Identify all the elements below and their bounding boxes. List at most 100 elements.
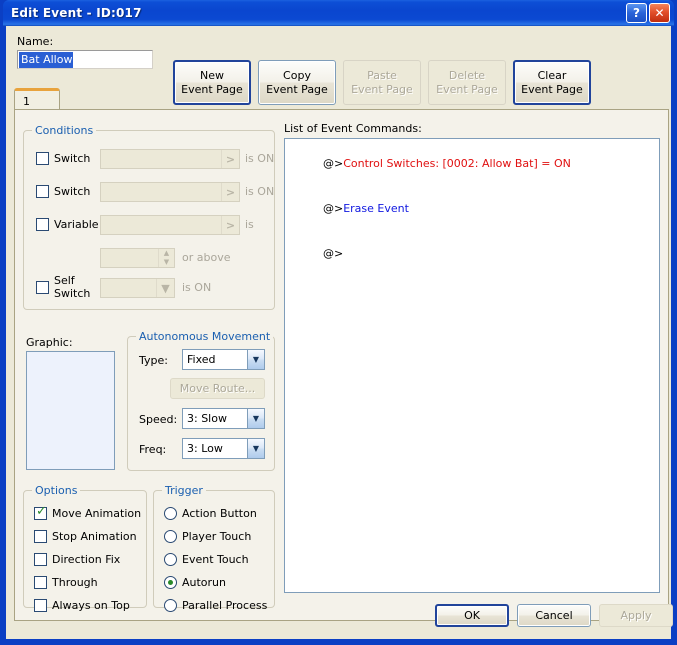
name-label: Name: xyxy=(17,35,54,48)
dialog-footer: OK Cancel Apply xyxy=(6,597,673,639)
condition-variable-value-stepper: ▲ ▼ xyxy=(100,248,175,268)
trigger-event-touch-label: Event Touch xyxy=(182,553,249,566)
event-page-panel: Conditions Switch > is ON Switch > is ON… xyxy=(14,109,669,621)
move-type-select[interactable]: Fixed ▼ xyxy=(182,349,265,370)
graphic-label: Graphic: xyxy=(26,336,73,349)
close-icon[interactable]: ✕ xyxy=(649,3,670,23)
delete-event-page-line1: Delete xyxy=(448,68,486,82)
check-icon: ✓ xyxy=(36,504,47,519)
move-speed-label: Speed: xyxy=(139,413,178,426)
caret-down-icon: ▼ xyxy=(163,258,170,266)
copy-event-page-line1: Copy xyxy=(283,68,311,82)
title-bar[interactable]: Edit Event - ID:017 ? ✕ xyxy=(3,0,674,26)
move-route-button: Move Route... xyxy=(170,378,265,399)
condition-switch1-select: > xyxy=(100,149,240,169)
move-speed-select[interactable]: 3: Slow ▼ xyxy=(182,408,265,429)
condition-variable-select: > xyxy=(100,215,240,235)
new-event-page-line1: New xyxy=(200,68,224,82)
trigger-event-touch-radio[interactable] xyxy=(164,553,177,566)
condition-switch1-checkbox[interactable] xyxy=(36,152,49,165)
paste-event-page-line1: Paste xyxy=(367,68,397,82)
event-command-text: Erase Event xyxy=(343,202,409,215)
event-commands-label: List of Event Commands: xyxy=(284,122,422,135)
condition-selfswitch-checkbox[interactable] xyxy=(36,281,49,294)
event-command-row[interactable]: @> xyxy=(288,231,656,276)
tab-page-1[interactable]: 1 xyxy=(14,88,60,110)
caption-button-group: ? ✕ xyxy=(626,3,670,23)
condition-selfswitch-label-line1: Self xyxy=(54,274,75,287)
trigger-group-title: Trigger xyxy=(162,484,206,497)
stepper-arrows: ▲ ▼ xyxy=(158,249,174,267)
move-type-label: Type: xyxy=(139,354,168,367)
edit-event-dialog: Edit Event - ID:017 ? ✕ Name: Bat Allow … xyxy=(0,0,677,645)
autonomous-movement-group: Autonomous Movement Type: Fixed ▼ Move R… xyxy=(127,330,275,471)
event-command-marker: @> xyxy=(322,247,344,260)
chevron-right-icon: > xyxy=(221,216,239,234)
condition-variable-checkbox[interactable] xyxy=(36,218,49,231)
option-stop-animation-checkbox[interactable] xyxy=(34,530,47,543)
move-speed-value: 3: Slow xyxy=(187,412,227,425)
option-move-animation-checkbox[interactable]: ✓ xyxy=(34,504,47,520)
chevron-down-icon: ▼ xyxy=(156,279,174,297)
chevron-down-icon: ▼ xyxy=(247,350,264,369)
condition-selfswitch-suffix: is ON xyxy=(182,281,212,294)
move-route-button-label: Move Route... xyxy=(179,382,256,395)
apply-button-label: Apply xyxy=(620,609,652,622)
trigger-autorun-radio[interactable] xyxy=(164,576,177,589)
event-command-row[interactable]: @>Control Switches: [0002: Allow Bat] = … xyxy=(288,141,656,186)
condition-switch2-checkbox[interactable] xyxy=(36,185,49,198)
ok-button-label: OK xyxy=(464,609,480,622)
help-icon[interactable]: ? xyxy=(626,3,647,23)
event-command-marker: @> xyxy=(322,157,344,170)
tab-page-1-label: 1 xyxy=(23,94,30,108)
apply-button: Apply xyxy=(599,604,673,627)
radio-dot-icon xyxy=(168,580,173,585)
ok-button[interactable]: OK xyxy=(435,604,509,627)
autonomous-movement-group-title: Autonomous Movement xyxy=(136,330,274,343)
conditions-group: Conditions Switch > is ON Switch > is ON… xyxy=(23,124,275,310)
move-type-value: Fixed xyxy=(187,353,216,366)
condition-variable-label: Variable xyxy=(54,218,99,231)
event-command-text: Control Switches: [0002: Allow Bat] = ON xyxy=(343,157,571,170)
move-freq-select[interactable]: 3: Low ▼ xyxy=(182,438,265,459)
caret-up-icon: ▲ xyxy=(163,249,170,257)
option-direction-fix-checkbox[interactable] xyxy=(34,553,47,566)
conditions-group-title: Conditions xyxy=(32,124,97,137)
event-commands-list[interactable]: @>Control Switches: [0002: Allow Bat] = … xyxy=(284,138,660,593)
trigger-autorun-label: Autorun xyxy=(182,576,227,589)
event-name-input[interactable]: Bat Allow xyxy=(17,50,153,69)
condition-variable-suffix: is xyxy=(245,218,254,231)
option-through-checkbox[interactable] xyxy=(34,576,47,589)
trigger-action-button-label: Action Button xyxy=(182,507,257,520)
cancel-button-label: Cancel xyxy=(535,609,573,622)
trigger-player-touch-label: Player Touch xyxy=(182,530,252,543)
option-stop-animation-label: Stop Animation xyxy=(52,530,137,543)
trigger-player-touch-radio[interactable] xyxy=(164,530,177,543)
options-group: Options ✓ Move Animation Stop Animation … xyxy=(23,484,147,612)
event-page-tabstrip: 1 xyxy=(14,88,669,110)
condition-variable-or-above-label: or above xyxy=(182,251,231,264)
chevron-right-icon: > xyxy=(221,150,239,168)
move-freq-value: 3: Low xyxy=(187,442,223,455)
condition-switch2-suffix: is ON xyxy=(245,185,275,198)
condition-switch2-select: > xyxy=(100,182,240,202)
condition-switch2-label: Switch xyxy=(54,185,91,198)
condition-selfswitch-select: ▼ xyxy=(100,278,175,298)
option-move-animation-label: Move Animation xyxy=(52,507,142,520)
condition-selfswitch-label-line2: Switch xyxy=(54,287,91,300)
event-command-row[interactable]: @>Erase Event xyxy=(288,186,656,231)
move-freq-label: Freq: xyxy=(139,443,167,456)
header-strip: Name: Bat Allow New Event Page Copy Even… xyxy=(6,26,671,105)
graphic-preview[interactable] xyxy=(26,351,115,470)
chevron-down-icon: ▼ xyxy=(247,439,264,458)
cancel-button[interactable]: Cancel xyxy=(517,604,591,627)
event-command-marker: @> xyxy=(322,202,344,215)
option-through-label: Through xyxy=(52,576,98,589)
clear-event-page-line1: Clear xyxy=(537,68,567,82)
event-name-value: Bat Allow xyxy=(19,51,74,68)
options-group-title: Options xyxy=(32,484,81,497)
option-direction-fix-label: Direction Fix xyxy=(52,553,121,566)
condition-switch1-suffix: is ON xyxy=(245,152,275,165)
trigger-action-button-radio[interactable] xyxy=(164,507,177,520)
window-title: Edit Event - ID:017 xyxy=(11,6,142,20)
